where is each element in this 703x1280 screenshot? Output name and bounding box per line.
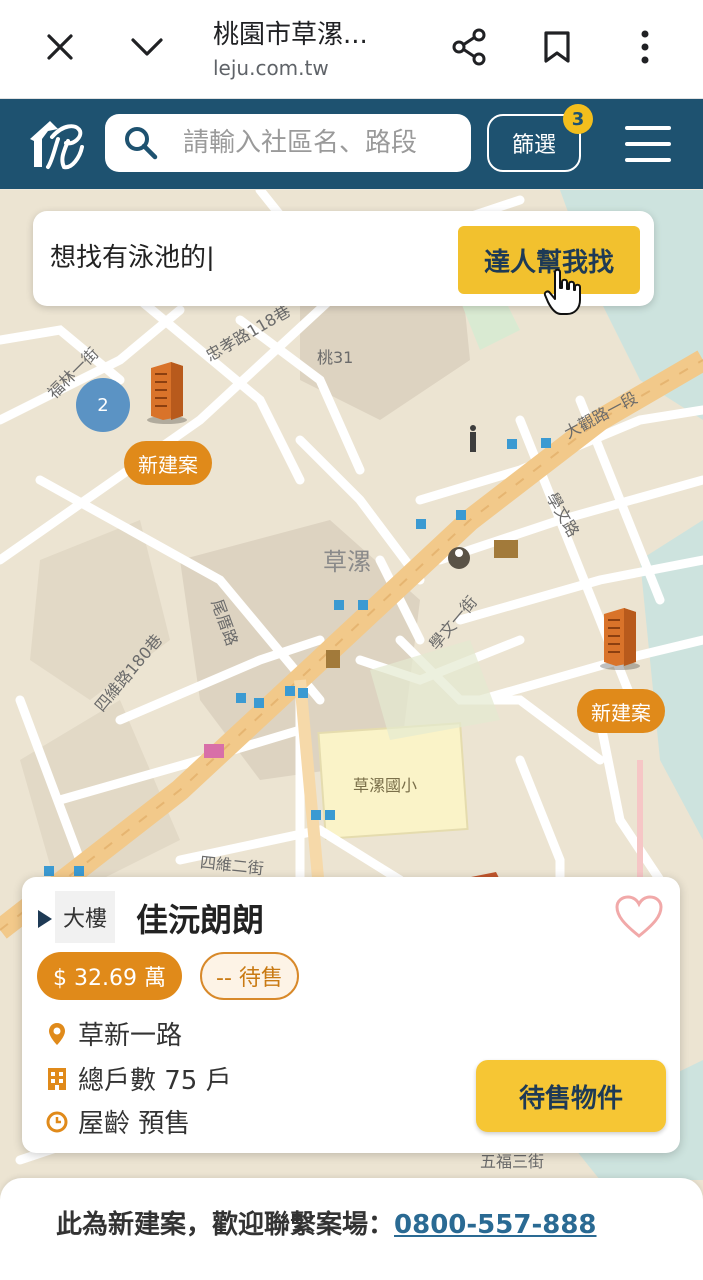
- units-row: 總戶數 75 戶: [46, 1060, 232, 1097]
- site-header: 篩選: [0, 99, 703, 189]
- search-input[interactable]: [181, 127, 465, 159]
- search-icon: [125, 127, 158, 160]
- property-card[interactable]: 大樓 佳沅朗朗 $ 32.69 萬 -- 待售 草新一路 總戶數 75 戶 屋齡…: [22, 877, 680, 1153]
- new-project-pill[interactable]: 新建案: [124, 441, 212, 485]
- location-pin-icon: [49, 1022, 65, 1045]
- bookmark-icon[interactable]: [532, 22, 582, 72]
- school-label: 草漯國小: [353, 776, 418, 795]
- leju-logo-icon[interactable]: [28, 117, 86, 173]
- expand-arrow-icon[interactable]: [38, 910, 52, 928]
- filter-count-badge: 3: [563, 104, 593, 134]
- property-title[interactable]: 佳沅朗朗: [136, 895, 264, 941]
- age-row: 屋齡 預售: [46, 1103, 190, 1140]
- status-badge: -- 待售: [200, 952, 299, 1000]
- phone-link[interactable]: 0800-557-888: [394, 1210, 597, 1240]
- contact-text: 此為新建案，歡迎聯繫案場：0800-557-888: [56, 1204, 597, 1241]
- page-title: 桃園市草漯...: [213, 20, 368, 50]
- clock-icon: [46, 1111, 68, 1132]
- building-icon: [48, 1067, 66, 1090]
- hamburger-menu-icon[interactable]: [625, 124, 671, 164]
- units-text: 總戶數 75 戶: [78, 1066, 232, 1096]
- property-type-tag: 大樓: [55, 891, 116, 943]
- route-label: 桃31: [317, 348, 354, 367]
- search-box[interactable]: [105, 114, 471, 172]
- hand-cursor-icon: [543, 268, 581, 315]
- listings-button[interactable]: 待售物件: [476, 1060, 666, 1132]
- building-marker-icon[interactable]: [147, 358, 187, 424]
- address-text: 草新一路: [78, 1021, 183, 1051]
- age-text: 屋齡 預售: [78, 1109, 191, 1139]
- browser-toolbar: 桃園市草漯... leju.com.tw: [0, 0, 703, 99]
- building-marker-icon[interactable]: [600, 604, 640, 670]
- contact-banner: 此為新建案，歡迎聯繫案場：0800-557-888: [0, 1178, 703, 1280]
- heart-favorite-icon[interactable]: [614, 894, 664, 940]
- address-row: 草新一路: [46, 1015, 182, 1052]
- chevron-down-icon[interactable]: [122, 22, 172, 72]
- close-icon[interactable]: [35, 22, 85, 72]
- area-label: 草漯: [323, 548, 371, 576]
- price-badge: $ 32.69 萬: [37, 952, 182, 1000]
- page-url: leju.com.tw: [213, 56, 329, 80]
- expert-search-input[interactable]: [48, 239, 432, 271]
- cluster-marker[interactable]: 2: [76, 378, 130, 432]
- share-icon[interactable]: [444, 22, 494, 72]
- contact-message: 此為新建案，歡迎聯繫案場：: [56, 1210, 395, 1240]
- more-vert-icon[interactable]: [620, 22, 670, 72]
- new-project-pill[interactable]: 新建案: [577, 689, 665, 733]
